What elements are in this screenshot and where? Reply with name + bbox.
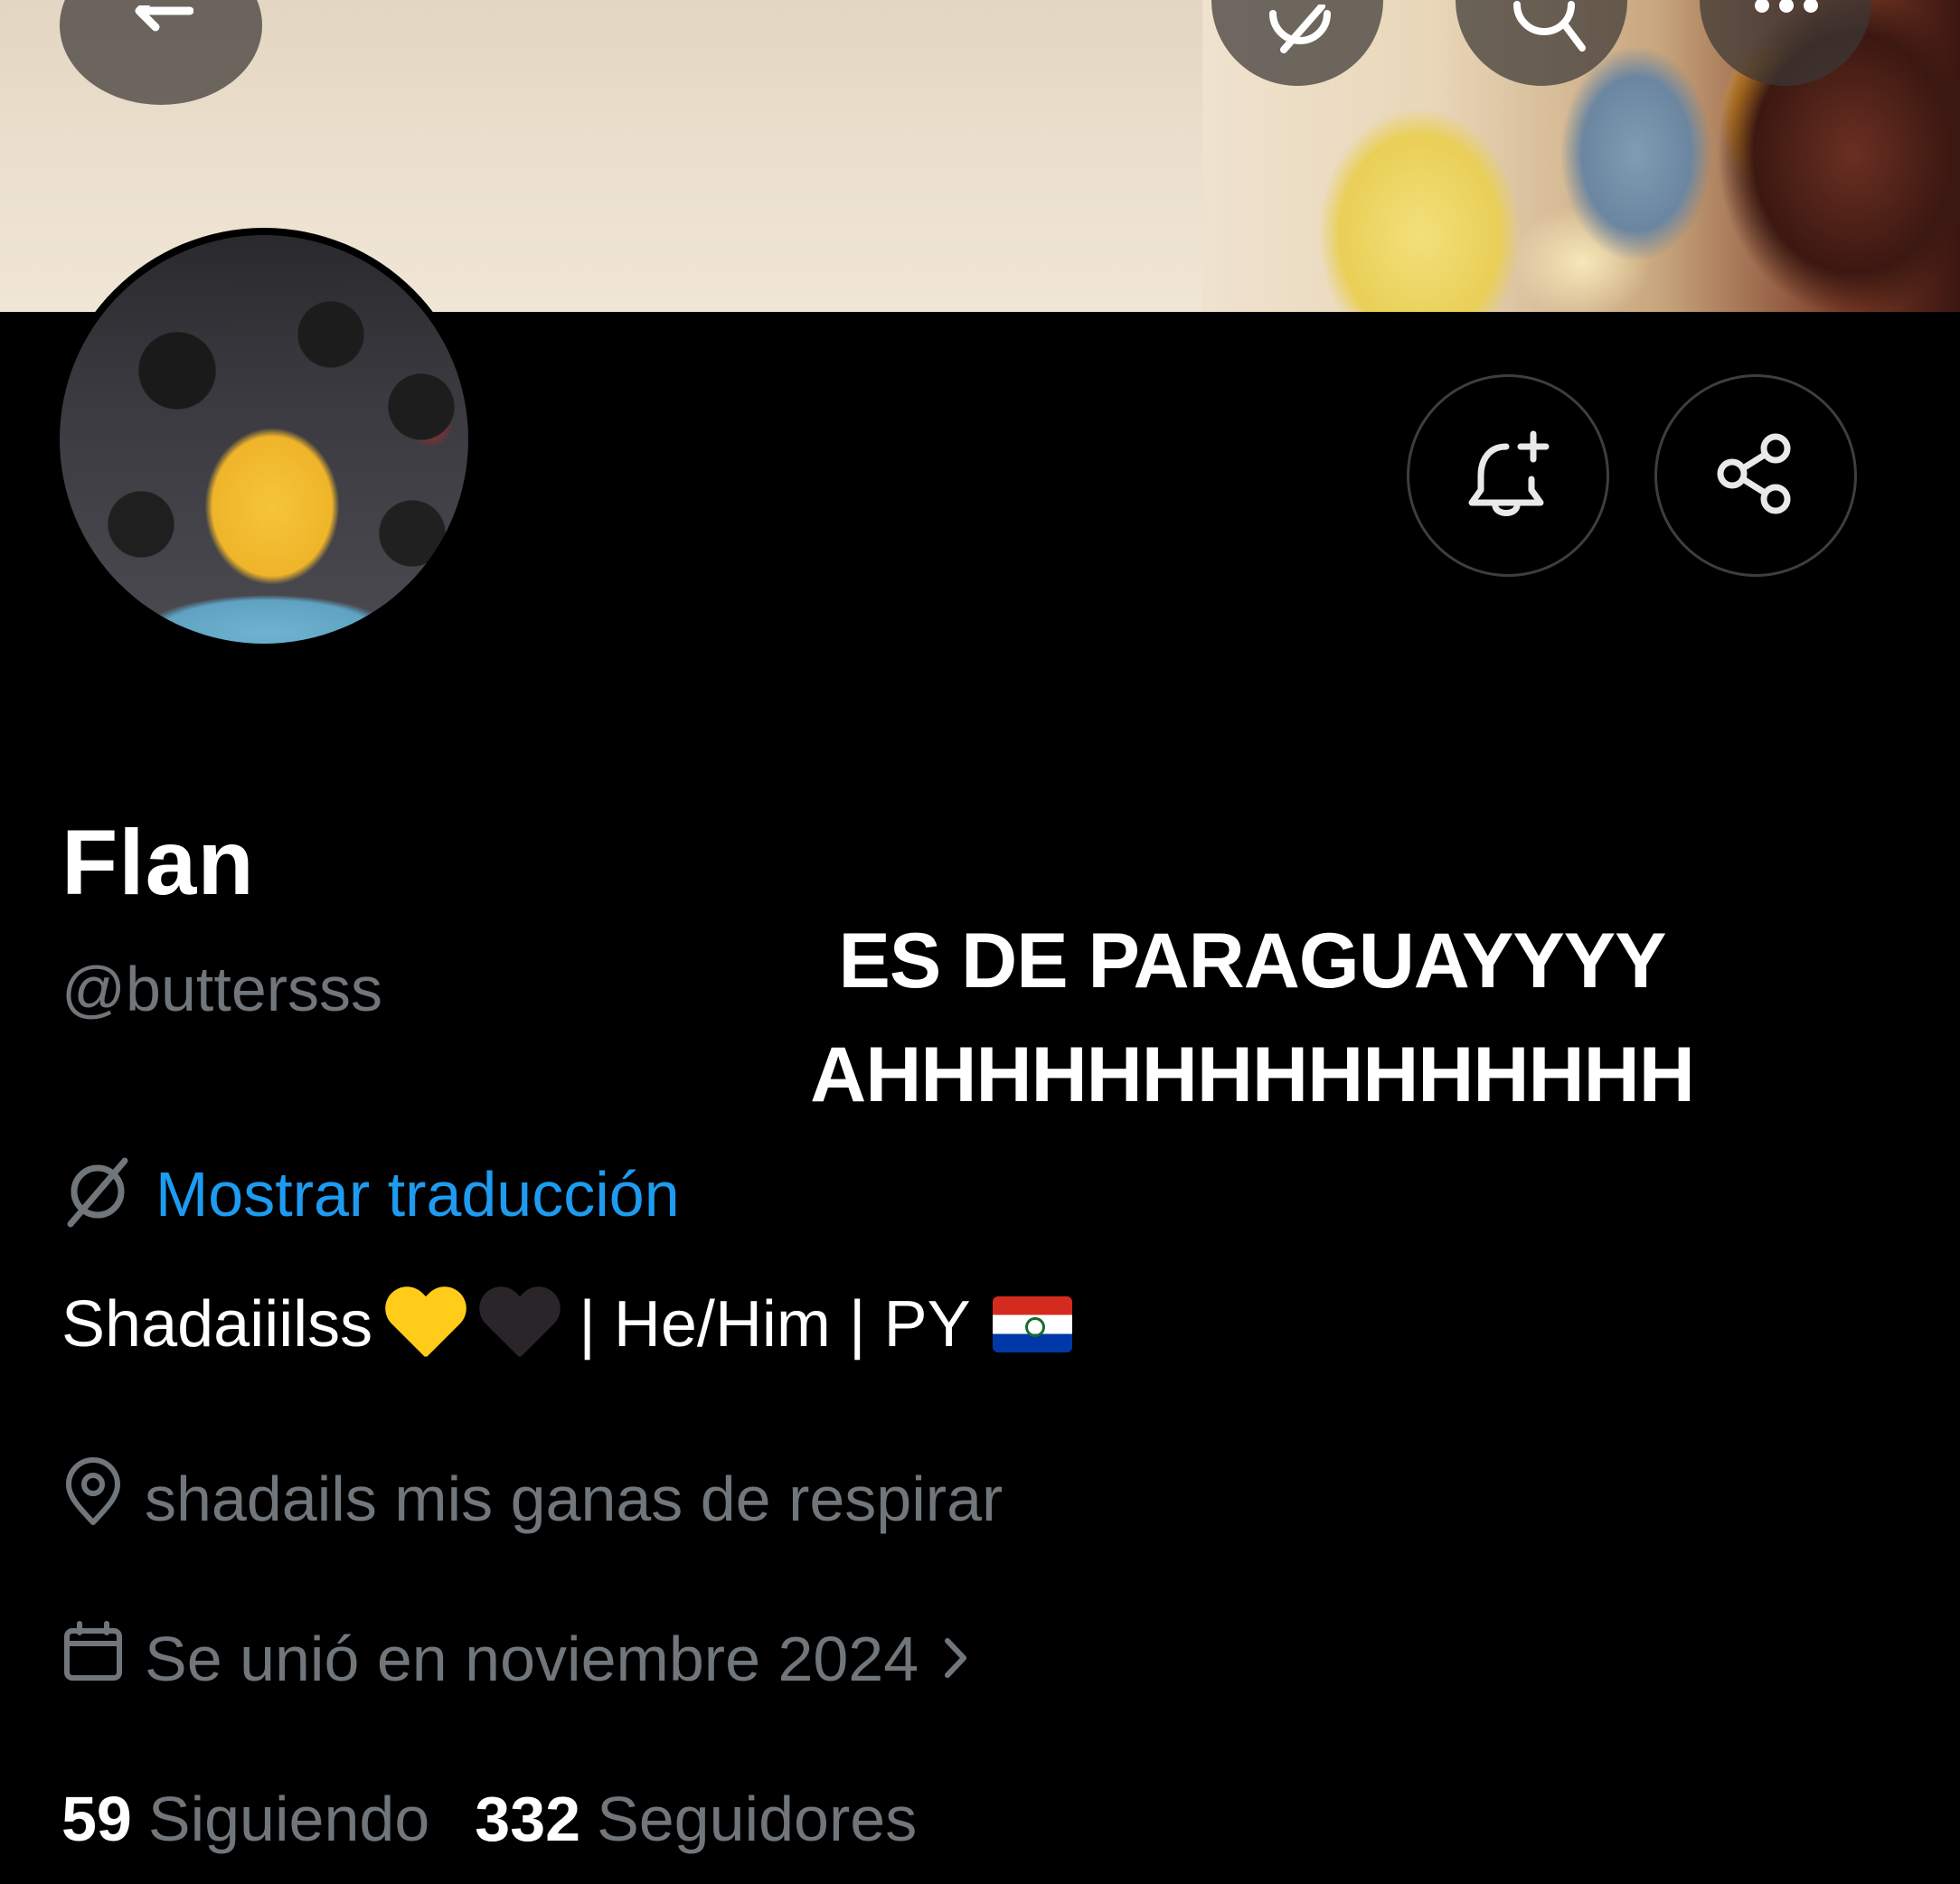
notify-button[interactable] <box>1407 374 1609 577</box>
following-count: 59 <box>61 1784 132 1854</box>
bio-text-suffix: | He/Him | PY <box>579 1288 971 1361</box>
share-icon <box>1712 430 1799 522</box>
following-stat[interactable]: 59 Siguiendo <box>61 1783 429 1855</box>
following-label: Siguiendo <box>147 1784 430 1854</box>
more-icon <box>1754 0 1819 18</box>
profile-page: Flan @buttersss ES DE PARAGUAYYYY AHHHHH… <box>0 0 1960 1884</box>
avatar-image <box>60 235 468 644</box>
profile-handle: @buttersss <box>61 954 383 1024</box>
profile-name: Flan <box>61 811 255 914</box>
profile-location: shadails mis ganas de respirar <box>61 1457 1003 1540</box>
profile-bio: Shadaiiilss | He/Him | PY <box>61 1287 1072 1361</box>
circle-slash-icon <box>1264 3 1336 58</box>
black-heart-icon <box>477 1288 561 1361</box>
yellow-heart-icon <box>383 1288 466 1361</box>
search-icon <box>1510 1 1591 60</box>
translate-icon <box>61 1155 134 1232</box>
show-translation-link[interactable]: Mostrar traducción <box>155 1158 680 1230</box>
overlay-caption-line: AHHHHHHHHHHHHHHH <box>810 1031 1695 1118</box>
location-pin-icon <box>61 1457 125 1540</box>
paraguay-flag-icon <box>992 1296 1072 1352</box>
bell-plus-icon <box>1461 427 1555 525</box>
followers-count: 332 <box>475 1784 581 1854</box>
arrow-left-icon <box>132 0 194 50</box>
profile-avatar[interactable] <box>52 228 476 651</box>
overlay-caption-line: ES DE PARAGUAYYYY <box>838 918 1667 1004</box>
calendar-icon <box>61 1620 125 1698</box>
followers-stat[interactable]: 332 Seguidores <box>475 1783 917 1855</box>
profile-joined[interactable]: Se unió en noviembre 2024 <box>61 1620 969 1698</box>
back-button[interactable] <box>60 0 262 105</box>
profile-stats: 59 Siguiendo 332 Seguidores <box>61 1783 917 1855</box>
share-button[interactable] <box>1654 374 1857 577</box>
show-translation-button[interactable]: Mostrar traducción <box>61 1155 680 1232</box>
overlay-caption: ES DE PARAGUAYYYY AHHHHHHHHHHHHHHH <box>777 904 1727 1132</box>
bio-text: Shadaiiilss <box>61 1288 373 1361</box>
location-text: shadails mis ganas de respirar <box>145 1464 1004 1534</box>
followers-label: Seguidores <box>597 1784 918 1854</box>
joined-text[interactable]: Se unió en noviembre 2024 <box>145 1623 919 1695</box>
chevron-right-icon[interactable] <box>942 1623 969 1695</box>
